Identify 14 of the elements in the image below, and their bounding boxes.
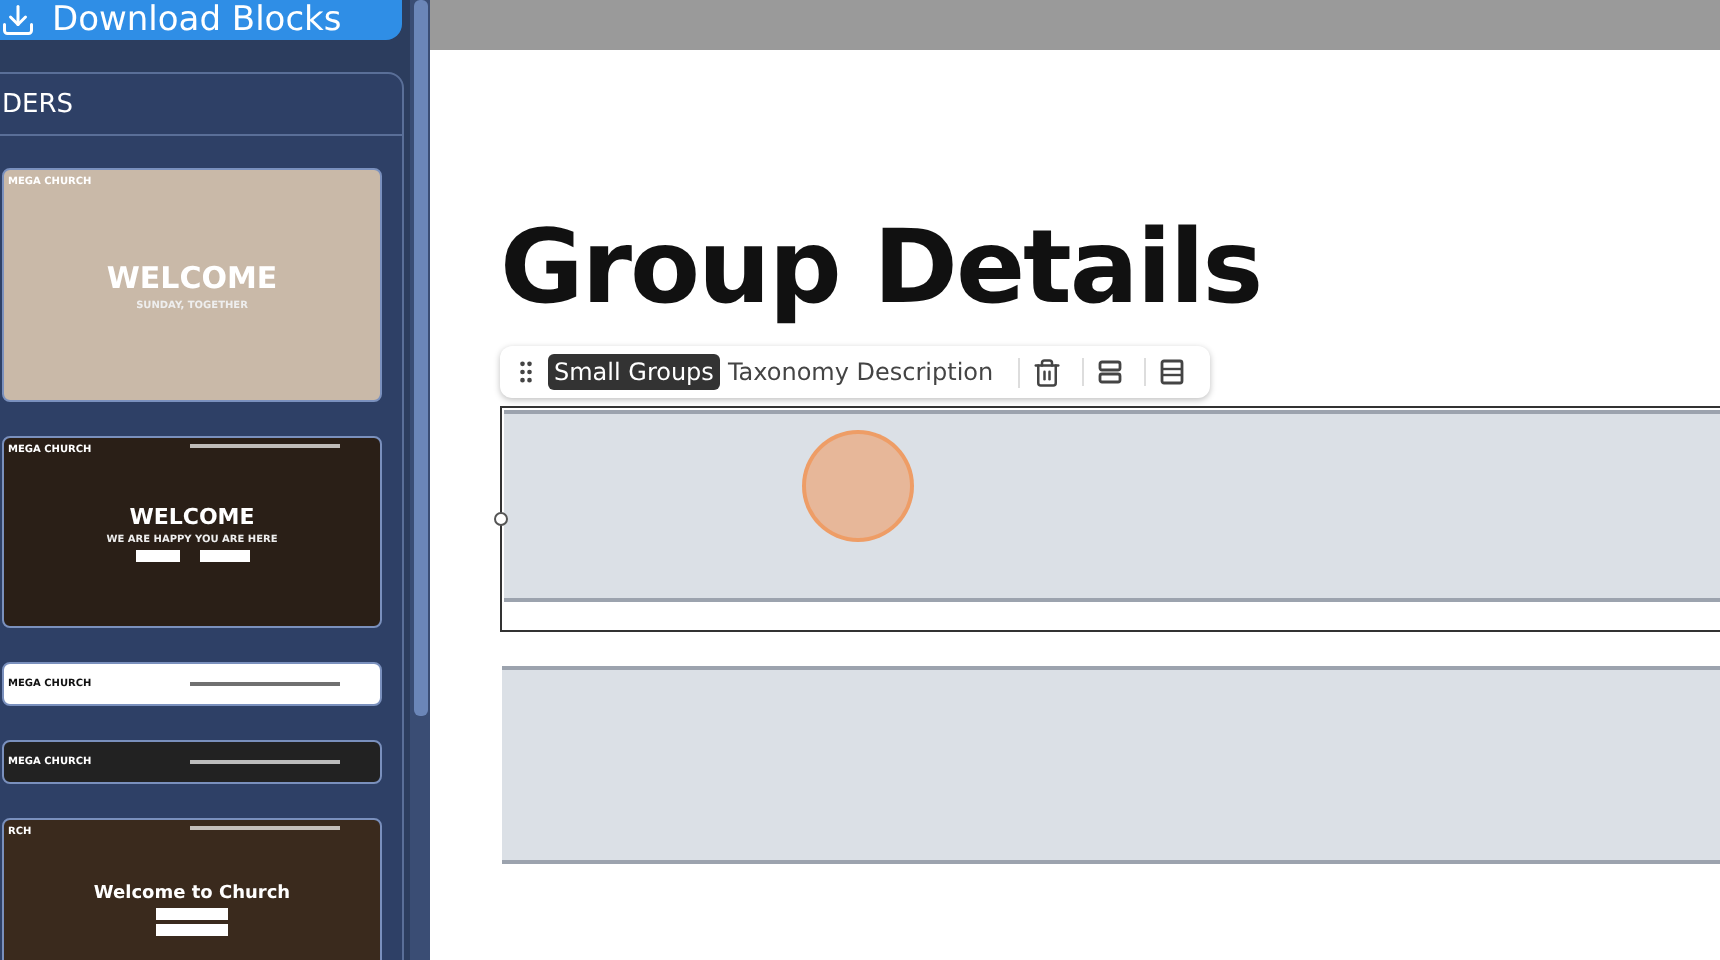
preview-heading: Welcome to Church (93, 884, 291, 904)
preview-button (156, 908, 228, 920)
section-title[interactable]: DERS (0, 74, 402, 136)
category-tag: Small Groups (548, 354, 720, 390)
preview-button (135, 549, 179, 561)
download-icon (0, 2, 36, 38)
preview-button (199, 549, 249, 561)
preview-heading: WELCOME (129, 503, 255, 529)
resize-handle[interactable] (494, 512, 508, 526)
scrollbar-thumb[interactable] (413, 0, 427, 716)
page-heading: Group Details (500, 210, 1264, 330)
block-label: Taxonomy Description (727, 358, 994, 386)
preview-button (156, 924, 228, 936)
preview-heading: WELCOME (106, 259, 278, 295)
